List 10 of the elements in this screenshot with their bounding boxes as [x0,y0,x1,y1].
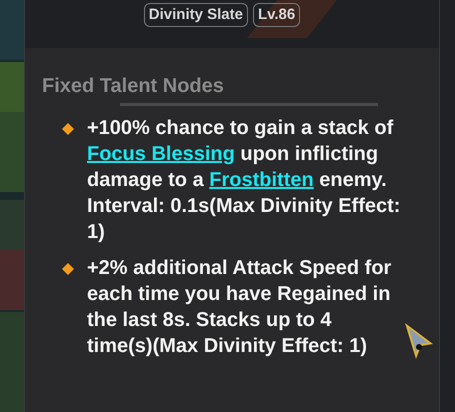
section-title: Fixed Talent Nodes [42,74,225,98]
tag-badge: Lv.86 [252,3,300,27]
diamond-icon [62,123,74,135]
tag-badge: Divinity Slate [144,3,248,27]
keyword-link[interactable]: Frostbitten [209,169,314,191]
keyword-link[interactable]: Focus Blessing [87,143,235,165]
cursor-icon [404,322,434,360]
talent-description: +100% chance to gain a stack of Focus Blessing upon inflicting damage to a Frostbitten enemy. Interval: 0.1s(Max Divinity Effect: 1) [87,116,401,245]
diamond-icon [62,263,74,275]
talent-description: +2% additional Attack Speed for each time you have Regained in the last 8s. Stacks up to 4 time(s)(Max Divinity Effect: 1) [87,256,392,359]
